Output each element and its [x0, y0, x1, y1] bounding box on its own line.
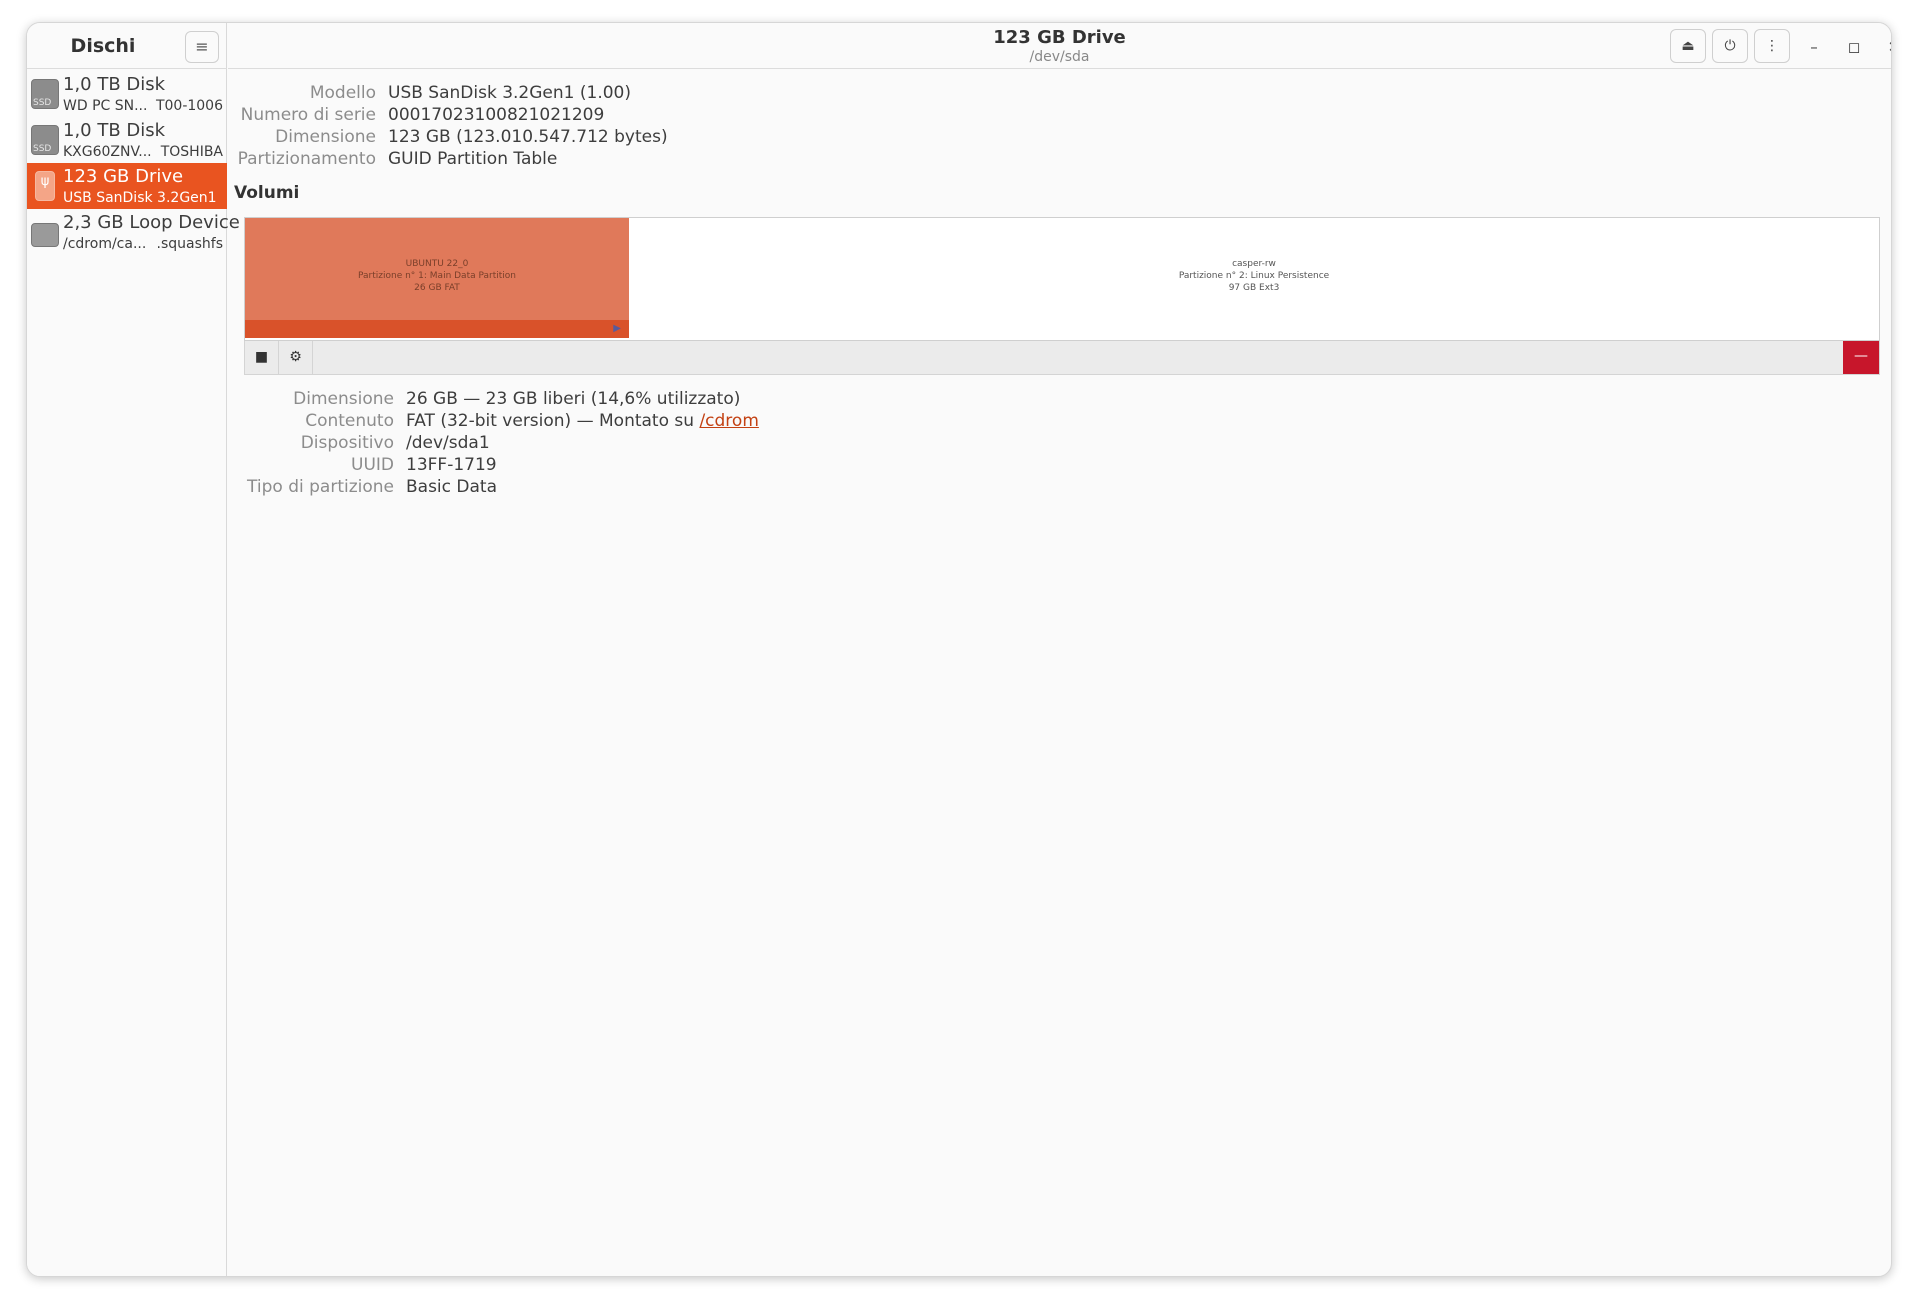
- drive-model-value: USB SanDisk 3.2Gen1 (1.00): [388, 83, 631, 103]
- drive-serial-row: Numero di serie 00017023100821021209: [228, 105, 1228, 127]
- disk-item-usb-drive[interactable]: ψ 123 GB Drive USB SanDisk 3.2Gen1: [27, 163, 227, 209]
- minimize-icon: –: [1810, 38, 1818, 56]
- menu-button[interactable]: ≡: [185, 31, 219, 63]
- minimize-button[interactable]: –: [1802, 35, 1826, 59]
- partition-2-text: casper-rw Partizione n° 2: Linux Persist…: [629, 258, 1879, 294]
- drive-partitioning-label: Partizionamento: [237, 149, 376, 169]
- minus-icon: —: [1854, 348, 1868, 364]
- maximize-button[interactable]: ◻: [1842, 35, 1866, 59]
- partition-size-value: 26 GB — 23 GB liberi (14,6% utilizzato): [406, 389, 741, 409]
- disk-name: 1,0 TB Disk: [63, 120, 166, 141]
- partition-1-name: UBUNTU 22_0: [405, 259, 469, 269]
- more-options-button[interactable]: ⋮: [1754, 29, 1790, 63]
- partition-2-name: casper-rw: [1232, 259, 1276, 269]
- partition-uuid-label: UUID: [351, 455, 394, 475]
- partition-size-row: Dimensione 26 GB — 23 GB liberi (14,6% u…: [228, 389, 1428, 411]
- drive-serial-value: 00017023100821021209: [388, 105, 605, 125]
- partition-device-value: /dev/sda1: [406, 433, 490, 453]
- usb-drive-icon: ψ: [35, 171, 55, 201]
- drive-model-label: Modello: [309, 83, 376, 103]
- partition-settings-button[interactable]: ⚙: [279, 341, 313, 374]
- partition-content-label: Contenuto: [305, 411, 394, 431]
- close-button[interactable]: ✕: [1882, 35, 1891, 59]
- ssd-icon: SSD: [31, 79, 59, 109]
- disk-item-toshiba[interactable]: SSD 1,0 TB Disk KXG60ZNV... TOSHIBA: [27, 117, 227, 163]
- partition-1-usage-bar: ▶: [245, 320, 629, 338]
- disk-name: 123 GB Drive: [63, 166, 184, 187]
- drive-size-row: Dimensione 123 GB (123.010.547.712 bytes…: [228, 127, 1228, 149]
- stop-icon: ■: [254, 349, 269, 365]
- gear-icon: ⚙: [289, 349, 302, 365]
- headerbar: 123 GB Drive /dev/sda ⏏ ⏻ ⋮ – ◻ ✕: [228, 23, 1891, 69]
- disk-name: 2,3 GB Loop Device: [63, 212, 240, 233]
- power-off-button[interactable]: ⏻: [1712, 29, 1748, 63]
- partition-2-desc: Partizione n° 2: Linux Persistence: [1178, 271, 1330, 281]
- drive-size-label: Dimensione: [275, 127, 376, 147]
- volume-map: UBUNTU 22_0 Partizione n° 1: Main Data P…: [244, 217, 1880, 341]
- partition-1-size: 26 GB FAT: [414, 283, 460, 293]
- maximize-icon: ◻: [1847, 38, 1861, 56]
- main-pane: 123 GB Drive /dev/sda ⏏ ⏻ ⋮ – ◻ ✕: [228, 23, 1891, 1276]
- hamburger-icon: ≡: [195, 37, 209, 56]
- partition-content-value: FAT (32-bit version) — Montato su /cdrom: [406, 411, 759, 431]
- partition-content-row: Contenuto FAT (32-bit version) — Montato…: [228, 411, 1428, 433]
- eject-button[interactable]: ⏏: [1670, 29, 1706, 63]
- mounted-indicator-icon: ▶: [613, 323, 621, 334]
- partition-type-label: Tipo di partizione: [247, 477, 394, 497]
- delete-partition-button[interactable]: —: [1843, 341, 1879, 374]
- drive-size-value: 123 GB (123.010.547.712 bytes): [388, 127, 668, 147]
- more-options-icon: ⋮: [1765, 38, 1779, 54]
- loop-device-icon: [31, 223, 59, 247]
- mount-point-link[interactable]: /cdrom: [699, 411, 758, 431]
- app-title: Dischi: [70, 35, 136, 57]
- partition-1-block[interactable]: UBUNTU 22_0 Partizione n° 1: Main Data P…: [245, 218, 629, 338]
- partition-size-label: Dimensione: [293, 389, 394, 409]
- partition-2-block[interactable]: casper-rw Partizione n° 2: Linux Persist…: [629, 218, 1879, 338]
- partition-1-text: UBUNTU 22_0 Partizione n° 1: Main Data P…: [245, 258, 629, 294]
- drive-title: 123 GB Drive: [993, 27, 1126, 48]
- disk-name: 1,0 TB Disk: [63, 74, 166, 95]
- partition-uuid-row: UUID 13FF-1719: [228, 455, 1428, 477]
- drive-model-row: Modello USB SanDisk 3.2Gen1 (1.00): [228, 83, 1228, 105]
- partition-device-label: Dispositivo: [300, 433, 394, 453]
- partition-2-size: 97 GB Ext3: [1228, 283, 1280, 293]
- disks-window: Dischi ≡ SSD 1,0 TB Disk WD PC SN... T00…: [26, 22, 1892, 1277]
- unmount-button[interactable]: ■: [245, 341, 279, 374]
- drive-partitioning-row: Partizionamento GUID Partition Table: [228, 149, 1228, 171]
- partition-type-value: Basic Data: [406, 477, 498, 497]
- power-icon: ⏻: [1724, 38, 1736, 54]
- partition-uuid-value: 13FF-1719: [406, 455, 497, 475]
- sidebar-header: Dischi ≡: [27, 23, 227, 69]
- partition-device-row: Dispositivo /dev/sda1: [228, 433, 1428, 455]
- disk-list: SSD 1,0 TB Disk WD PC SN... T00-1006 SSD…: [27, 71, 240, 255]
- drive-serial-label: Numero di serie: [240, 105, 376, 125]
- close-icon: ✕: [1888, 38, 1891, 56]
- volumes-heading: Volumi: [234, 183, 300, 203]
- volume-toolbar: ■ ⚙ —: [244, 341, 1880, 375]
- ssd-icon: SSD: [31, 125, 59, 155]
- disk-item-loop-device[interactable]: 2,3 GB Loop Device /cdrom/ca... .squashf…: [27, 209, 240, 255]
- disk-item-wd[interactable]: SSD 1,0 TB Disk WD PC SN... T00-1006: [27, 71, 227, 117]
- sidebar: Dischi ≡ SSD 1,0 TB Disk WD PC SN... T00…: [27, 23, 240, 1276]
- partition-type-row: Tipo di partizione Basic Data: [228, 477, 1428, 499]
- drive-device-path: /dev/sda: [1029, 49, 1090, 65]
- eject-icon: ⏏: [1681, 38, 1695, 54]
- drive-partitioning-value: GUID Partition Table: [388, 149, 558, 169]
- partition-1-desc: Partizione n° 1: Main Data Partition: [358, 271, 516, 281]
